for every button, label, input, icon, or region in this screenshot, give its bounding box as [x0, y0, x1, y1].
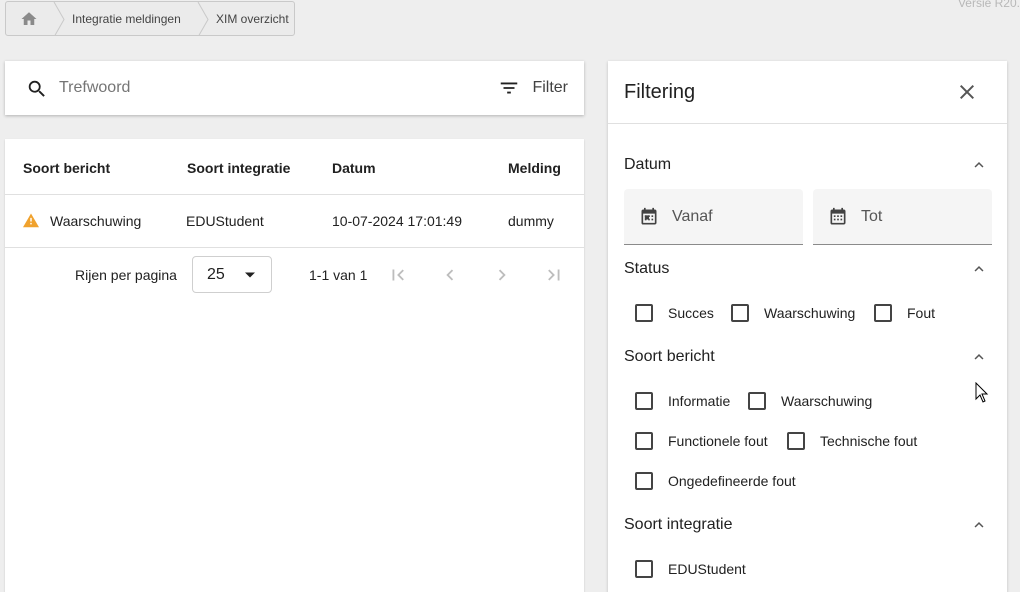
- column-header-melding[interactable]: Melding: [508, 160, 561, 176]
- column-header-datum[interactable]: Datum: [332, 160, 376, 176]
- section-title-soort-integratie: Soort integratie: [624, 516, 733, 533]
- checkbox-label: Ongedefineerde fout: [668, 473, 796, 489]
- checkbox-bericht-informatie[interactable]: Informatie: [635, 392, 730, 410]
- breadcrumb-separator: [196, 2, 212, 35]
- rows-per-page-label: Rijen per pagina: [75, 267, 177, 283]
- results-table: Soort bericht Soort integratie Datum Mel…: [5, 139, 584, 592]
- breadcrumb-item-integratie-meldingen[interactable]: Integratie meldingen: [68, 2, 196, 35]
- checkbox-status-waarschuwing[interactable]: Waarschuwing: [731, 304, 855, 322]
- checkbox-integratie-edustudent[interactable]: EDUStudent: [635, 560, 746, 578]
- date-to-label: Tot: [861, 208, 883, 225]
- mouse-cursor-icon: [975, 382, 989, 403]
- checkbox-bericht-functionele-fout[interactable]: Functionele fout: [635, 432, 768, 450]
- next-page-icon[interactable]: [491, 264, 513, 286]
- last-page-icon[interactable]: [543, 264, 565, 286]
- section-title-soort-bericht: Soort bericht: [624, 348, 715, 365]
- checkbox-label: Succes: [668, 305, 714, 321]
- page-size-select[interactable]: 25: [192, 256, 272, 293]
- calendar-icon: [830, 207, 846, 225]
- filter-icon: [501, 82, 518, 94]
- checkbox-bericht-technische-fout[interactable]: Technische fout: [787, 432, 917, 450]
- table-header: Soort bericht Soort integratie Datum Mel…: [5, 139, 584, 195]
- section-title-datum: Datum: [624, 156, 672, 173]
- version-label: Versie R20.: [957, 0, 1020, 10]
- chevron-up-icon[interactable]: [970, 156, 988, 174]
- chevron-up-icon[interactable]: [970, 348, 988, 366]
- checkbox-bericht-ongedefineerde-fout[interactable]: Ongedefineerde fout: [635, 472, 796, 490]
- search-input[interactable]: [59, 75, 439, 101]
- filter-panel-title: Filtering: [624, 81, 696, 103]
- column-header-soort-integratie[interactable]: Soort integratie: [187, 160, 290, 176]
- first-page-icon[interactable]: [387, 264, 409, 286]
- checkbox-label: Functionele fout: [668, 433, 768, 449]
- date-from-field[interactable]: Vanaf: [624, 189, 803, 245]
- checkbox-label: Waarschuwing: [764, 305, 856, 321]
- search-icon: [28, 80, 45, 97]
- page-range-label: 1-1 van 1: [309, 267, 368, 283]
- chevron-up-icon[interactable]: [970, 260, 988, 278]
- checkbox-bericht-waarschuwing[interactable]: Waarschuwing: [748, 392, 872, 410]
- checkbox-label: Fout: [907, 305, 936, 321]
- cell-soort-integratie: EDUStudent: [186, 213, 264, 229]
- filter-panel: Filtering Datum Vanaf Tot Status Succes …: [608, 61, 1007, 592]
- filter-button-label: Filter: [532, 79, 568, 96]
- chevron-up-icon[interactable]: [970, 516, 988, 534]
- checkbox-label: EDUStudent: [668, 561, 746, 577]
- breadcrumb: Integratie meldingen XIM overzicht: [5, 1, 295, 36]
- column-header-soort-bericht[interactable]: Soort bericht: [23, 160, 110, 176]
- filter-panel-header: Filtering: [608, 61, 1007, 124]
- cell-soort-bericht: Waarschuwing: [50, 213, 142, 229]
- warning-icon: [23, 213, 39, 228]
- breadcrumb-home[interactable]: [6, 2, 52, 35]
- caret-down-icon: [245, 272, 255, 278]
- close-icon[interactable]: [955, 80, 979, 104]
- checkbox-status-succes[interactable]: Succes: [635, 304, 714, 322]
- breadcrumb-separator: [52, 2, 68, 35]
- checkbox-label: Informatie: [668, 393, 731, 409]
- home-icon: [21, 11, 37, 25]
- checkbox-label: Technische fout: [820, 433, 918, 449]
- paginator: Rijen per pagina 25 1-1 van 1: [5, 249, 584, 301]
- section-title-status: Status: [624, 260, 670, 277]
- search-bar: Filter: [5, 61, 584, 115]
- checkbox-status-fout[interactable]: Fout: [874, 304, 935, 322]
- breadcrumb-item-xim-overzicht[interactable]: XIM overzicht: [212, 2, 289, 35]
- previous-page-icon[interactable]: [439, 264, 461, 286]
- date-from-label: Vanaf: [672, 208, 713, 225]
- page-size-value: 25: [207, 266, 225, 283]
- cell-melding: dummy: [508, 213, 554, 229]
- calendar-icon: [641, 207, 657, 225]
- checkbox-label: Waarschuwing: [781, 393, 873, 409]
- cell-datum: 10-07-2024 17:01:49: [332, 213, 462, 229]
- filter-button[interactable]: Filter: [498, 73, 568, 103]
- table-row[interactable]: Waarschuwing EDUStudent 10-07-2024 17:01…: [5, 196, 584, 248]
- date-to-field[interactable]: Tot: [813, 189, 992, 245]
